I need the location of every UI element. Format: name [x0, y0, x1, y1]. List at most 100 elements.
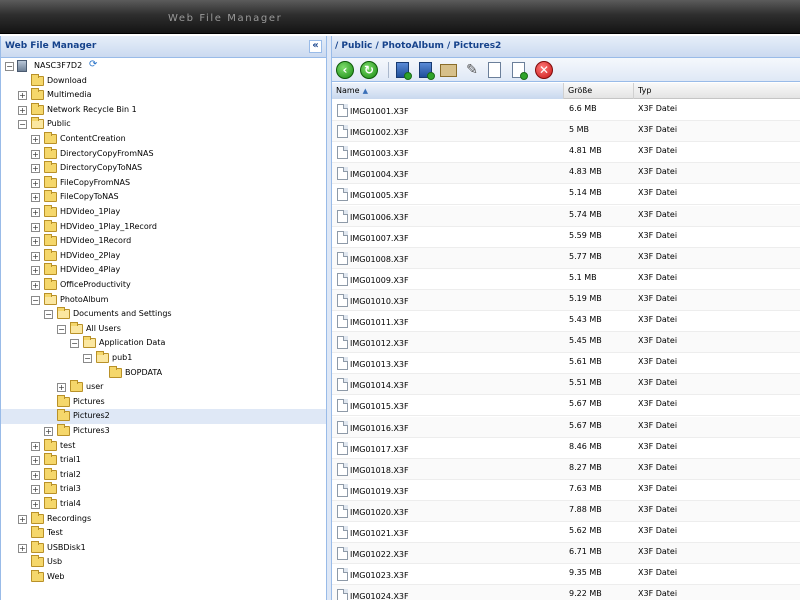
file-row[interactable]: IMG01015.X3F 5.67 MB X3F Datei [332, 395, 800, 417]
file-row[interactable]: IMG01010.X3F 5.19 MB X3F Datei [332, 289, 800, 311]
file-row[interactable]: IMG01006.X3F 5.74 MB X3F Datei [332, 205, 800, 227]
tree-node-label[interactable]: OfficeProductivity [60, 278, 131, 293]
tree-node-label[interactable]: Pictures [73, 395, 105, 410]
tree-node-label[interactable]: NASC3F7D2 [34, 59, 82, 74]
file-row[interactable]: IMG01016.X3F 5.67 MB X3F Datei [332, 416, 800, 438]
collapse-icon[interactable]: − [18, 120, 27, 130]
file-row[interactable]: IMG01018.X3F 8.27 MB X3F Datei [332, 458, 800, 480]
tree-node[interactable]: + trial2 [1, 467, 326, 483]
tree-node[interactable]: + Network Recycle Bin 1 [1, 102, 326, 118]
tree-node-label[interactable]: HDVideo_1Record [60, 234, 131, 249]
column-header-size[interactable]: Größe [564, 83, 634, 99]
file-row[interactable]: IMG01023.X3F 9.35 MB X3F Datei [332, 564, 800, 586]
expand-icon[interactable]: + [31, 485, 40, 495]
file-row[interactable]: IMG01014.X3F 5.51 MB X3F Datei [332, 374, 800, 396]
collapse-panel-button[interactable]: « [309, 40, 322, 53]
tree-node[interactable]: − NASC3F7D2 ⟳ [1, 59, 326, 74]
file-row[interactable]: IMG01003.X3F 4.81 MB X3F Datei [332, 142, 800, 164]
expand-icon[interactable]: + [31, 500, 40, 509]
expand-icon[interactable]: + [31, 281, 40, 290]
move-icon[interactable] [512, 62, 528, 80]
expand-icon[interactable]: + [31, 470, 40, 480]
tree-node[interactable]: + trial1 [1, 453, 326, 468]
tree-node[interactable]: − Public [1, 117, 326, 132]
tree-node[interactable]: BOPDATA [1, 365, 326, 381]
expand-icon[interactable]: + [31, 222, 40, 232]
expand-icon[interactable]: + [18, 543, 27, 553]
file-row[interactable]: IMG01012.X3F 5.45 MB X3F Datei [332, 332, 800, 354]
expand-icon[interactable]: + [31, 149, 40, 159]
refresh-tree-icon[interactable]: ⟳ [89, 58, 97, 73]
collapse-icon[interactable]: − [5, 62, 14, 71]
collapse-icon[interactable]: − [44, 310, 53, 320]
collapse-icon[interactable]: − [31, 295, 40, 305]
column-header-name[interactable]: Name ▲ [332, 83, 564, 99]
file-row[interactable]: IMG01002.X3F 5 MB X3F Datei [332, 121, 800, 143]
file-row[interactable]: IMG01004.X3F 4.83 MB X3F Datei [332, 163, 800, 185]
tree-node[interactable]: − Documents and Settings [1, 307, 326, 322]
tree-node-label[interactable]: Public [47, 117, 71, 132]
file-row[interactable]: IMG01013.X3F 5.61 MB X3F Datei [332, 353, 800, 375]
tree-node[interactable]: + HDVideo_2Play [1, 248, 326, 264]
tree-node-label[interactable]: Application Data [99, 336, 165, 351]
expand-icon[interactable]: + [44, 427, 53, 436]
file-row[interactable]: IMG01024.X3F 9.22 MB X3F Datei [332, 585, 800, 600]
tree-node[interactable]: + test [1, 438, 326, 454]
expand-icon[interactable]: + [31, 237, 40, 247]
tree-node-label[interactable]: Documents and Settings [73, 307, 172, 322]
tree-node[interactable]: + HDVideo_4Play [1, 263, 326, 278]
tree-node[interactable]: + FileCopyFromNAS [1, 175, 326, 191]
tree-node-label[interactable]: All Users [86, 322, 121, 337]
expand-icon[interactable]: + [31, 251, 40, 261]
tree-node-label[interactable]: FileCopyToNAS [60, 190, 119, 205]
collapse-icon[interactable]: − [83, 354, 92, 363]
file-row[interactable]: IMG01022.X3F 6.71 MB X3F Datei [332, 543, 800, 565]
tree-node[interactable]: − All Users [1, 321, 326, 337]
tree-node[interactable]: + FileCopyToNAS [1, 190, 326, 205]
new-folder-icon[interactable] [440, 64, 457, 77]
tree-node[interactable]: + Pictures3 [1, 424, 326, 439]
delete-icon[interactable]: ✕ [535, 61, 553, 79]
tree-node-label[interactable]: Multimedia [47, 88, 91, 103]
tree-node-label[interactable]: trial4 [60, 497, 81, 512]
tree-node[interactable]: + user [1, 380, 326, 395]
file-row[interactable]: IMG01008.X3F 5.77 MB X3F Datei [332, 247, 800, 269]
tree-node-label[interactable]: BOPDATA [125, 366, 162, 381]
tree-node[interactable]: + Recordings [1, 511, 326, 527]
tree-node[interactable]: Pictures2 [1, 409, 326, 424]
tree-node[interactable]: − PhotoAlbum [1, 292, 326, 308]
file-row[interactable]: IMG01001.X3F 6.6 MB X3F Datei [332, 100, 800, 121]
tree-node[interactable]: + ContentCreation [1, 132, 326, 147]
tree-node-label[interactable]: pub1 [112, 351, 132, 366]
tree-node-label[interactable]: PhotoAlbum [60, 293, 108, 308]
expand-icon[interactable]: + [57, 383, 66, 393]
file-row[interactable]: IMG01020.X3F 7.88 MB X3F Datei [332, 500, 800, 522]
tree-node[interactable]: Pictures [1, 394, 326, 410]
tree-node[interactable]: + trial3 [1, 482, 326, 497]
tree-node-label[interactable]: FileCopyFromNAS [60, 176, 130, 191]
expand-icon[interactable]: + [18, 514, 27, 524]
file-row[interactable]: IMG01005.X3F 5.14 MB X3F Datei [332, 184, 800, 206]
tree-node-label[interactable]: Pictures2 [73, 409, 110, 424]
tree-node-label[interactable]: Network Recycle Bin 1 [47, 103, 137, 118]
rename-icon[interactable]: ✎ [463, 61, 481, 79]
upload-file-icon[interactable] [396, 62, 412, 80]
tree-node[interactable]: Usb [1, 555, 326, 570]
file-row[interactable]: IMG01021.X3F 5.62 MB X3F Datei [332, 522, 800, 543]
tree-node[interactable]: Download [1, 73, 326, 89]
file-row[interactable]: IMG01019.X3F 7.63 MB X3F Datei [332, 480, 800, 501]
tree-node-label[interactable]: HDVideo_1Play_1Record [60, 220, 157, 235]
tree-node-label[interactable]: test [60, 439, 75, 454]
tree-node-label[interactable]: HDVideo_4Play [60, 263, 120, 278]
tree-node[interactable]: + DirectoryCopyFromNAS [1, 146, 326, 162]
file-row[interactable]: IMG01007.X3F 5.59 MB X3F Datei [332, 227, 800, 248]
tree-node-label[interactable]: HDVideo_1Play [60, 205, 120, 220]
back-icon[interactable]: ‹ [336, 61, 354, 79]
collapse-icon[interactable]: − [57, 324, 66, 334]
tree-node[interactable]: − Application Data [1, 336, 326, 351]
tree-node-label[interactable]: Download [47, 74, 87, 89]
tree-node[interactable]: + HDVideo_1Play [1, 205, 326, 220]
expand-icon[interactable]: + [31, 208, 40, 217]
tree-node[interactable]: − pub1 [1, 351, 326, 366]
tree-node-label[interactable]: trial1 [60, 453, 81, 468]
